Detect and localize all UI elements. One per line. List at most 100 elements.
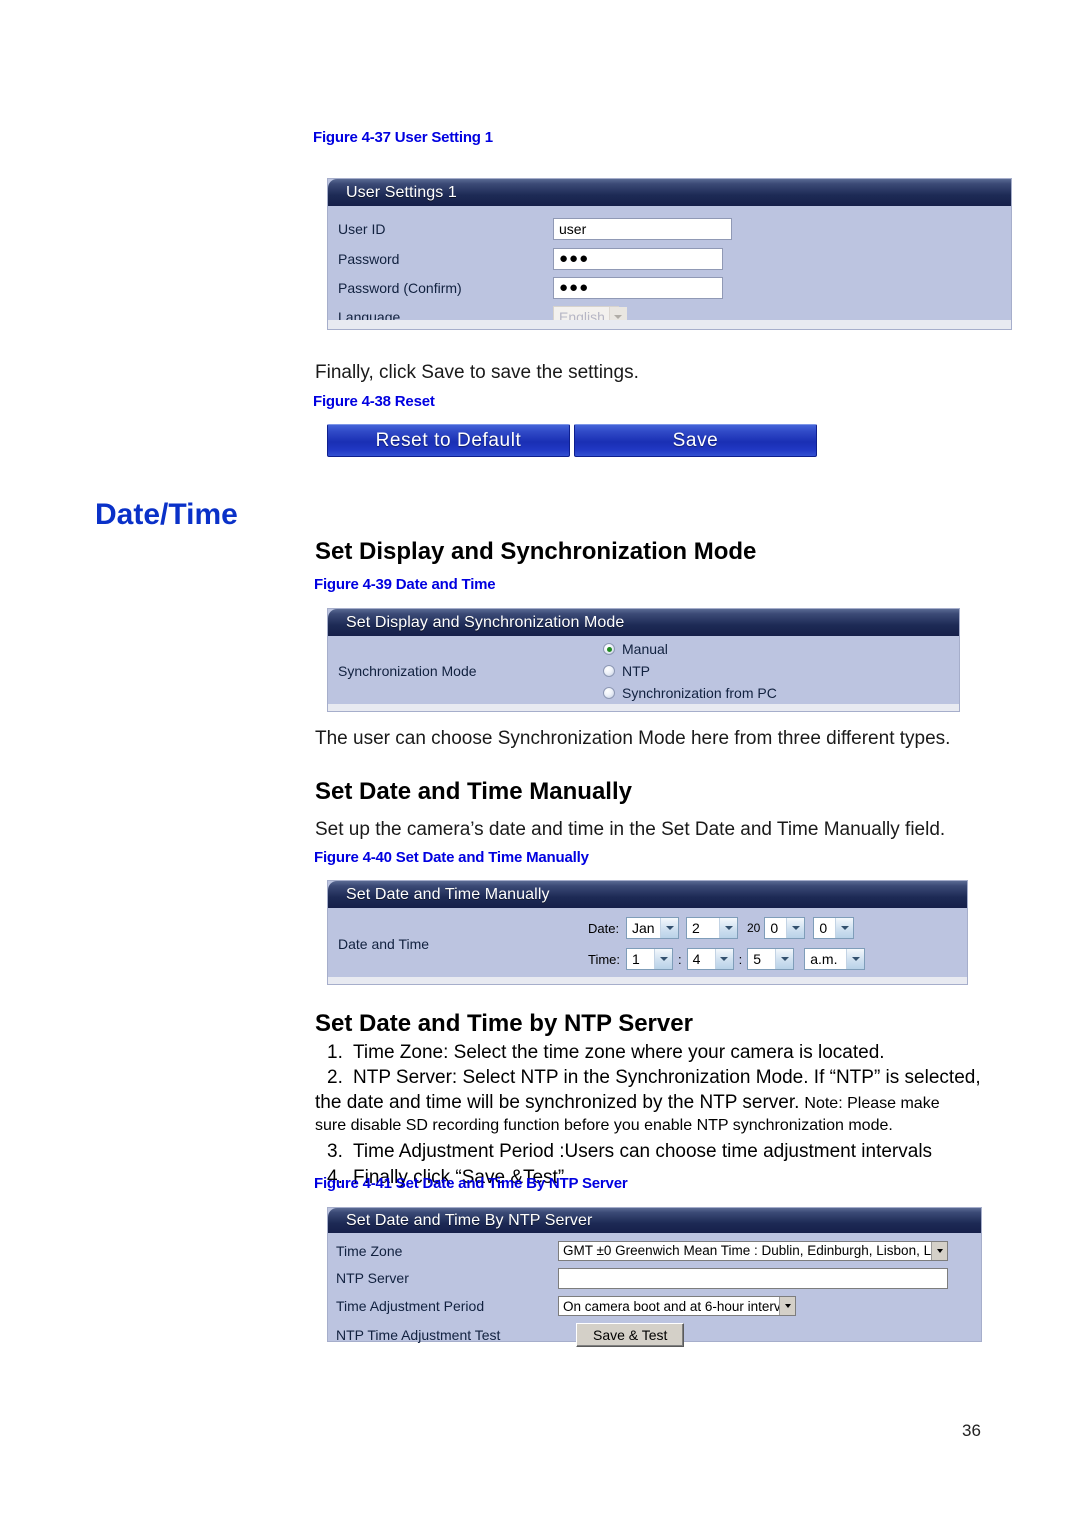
time-hour-select[interactable]: 1 [626, 948, 673, 970]
chevron-down-icon [835, 918, 854, 938]
time-adjustment-period-label: Time Adjustment Period [336, 1298, 485, 1314]
figure-4-41-caption: Figure 4-41 Set Date and Time By NTP Ser… [314, 1175, 628, 1192]
year-prefix-label: 20 [747, 921, 761, 935]
chevron-down-icon [775, 949, 794, 969]
ntp-item-3-text: Time Adjustment Period :Users can choose… [353, 1141, 933, 1162]
chevron-down-icon [846, 949, 865, 969]
date-year-digit1-value: 0 [770, 920, 779, 936]
time-zone-value: GMT ±0 Greenwich Mean Time : Dublin, Edi… [563, 1243, 931, 1258]
date-year-digit2-value: 0 [819, 920, 828, 936]
ntp-item-2-note-line2: sure disable SD recording function befor… [315, 1117, 893, 1134]
time-minute-select[interactable]: 4 [686, 948, 734, 970]
time-zone-select[interactable]: GMT ±0 Greenwich Mean Time : Dublin, Edi… [558, 1240, 948, 1261]
radio-ntp-label: NTP [622, 663, 650, 679]
date-year-digit1-select[interactable]: 0 [764, 917, 806, 939]
figure-4-39-caption: Figure 4-39 Date and Time [314, 576, 496, 593]
sync-mode-label: Synchronization Mode [338, 663, 477, 679]
ntp-instruction-item-2: 2. NTP Server: Select NTP in the Synchro… [327, 1065, 1017, 1090]
password-confirm-label: Password (Confirm) [338, 279, 462, 296]
ntp-item-2-continuation: the date and time will be synchronized b… [315, 1090, 1017, 1115]
radio-ntp-icon [603, 665, 615, 677]
user-id-input[interactable]: user [553, 218, 732, 240]
ntp-time-adjustment-test-row: NTP Time Adjustment Test Save & Test [328, 1320, 981, 1350]
time-zone-row: Time Zone GMT ±0 Greenwich Mean Time : D… [328, 1237, 981, 1264]
date-and-time-label: Date and Time [338, 935, 430, 952]
chevron-down-icon [654, 949, 672, 969]
chevron-down-icon [719, 918, 737, 938]
password-confirm-row: Password (Confirm) ●●● [328, 273, 1011, 302]
document-page: Figure 4-37 User Setting 1 User Settings… [0, 0, 1080, 1525]
date-year-digit2-select[interactable]: 0 [813, 917, 855, 939]
page-number: 36 [962, 1421, 981, 1440]
date-time-controls: Date: Jan 2 20 0 0 Time: 1: 4: 5 a.m. [588, 917, 866, 970]
ntp-instruction-item-3: 3. Time Adjustment Period :Users can cho… [327, 1139, 1017, 1165]
time-second-select[interactable]: 5 [747, 948, 795, 970]
ntp-server-panel: Set Date and Time By NTP Server Time Zon… [327, 1207, 982, 1347]
time-field-label: Time: [588, 951, 621, 967]
password-row: Password ●●● [328, 244, 1011, 273]
ntp-item-2-number: 2. [327, 1067, 343, 1088]
password-input[interactable]: ●●● [553, 247, 723, 270]
time-minute-value: 4 [692, 951, 701, 967]
heading-set-display-sync-mode: Set Display and Synchronization Mode [315, 538, 757, 565]
time-meridiem-select[interactable]: a.m. [804, 948, 866, 970]
sync-mode-description: The user can choose Synchronization Mode… [315, 728, 951, 749]
time-control-row: Time: 1 : 4 : 5 a.m. [588, 948, 866, 970]
date-time-manual-panel: Set Date and Time Manually Date and Time… [327, 880, 968, 985]
chevron-down-icon [779, 1297, 795, 1315]
ntp-item-1-number: 1. [327, 1042, 343, 1063]
sync-mode-panel: Set Display and Synchronization Mode Syn… [327, 608, 960, 712]
user-id-label: User ID [338, 221, 386, 237]
ntp-time-adjustment-test-label: NTP Time Adjustment Test [336, 1327, 501, 1343]
date-month-value: Jan [632, 920, 655, 936]
password-label: Password [338, 250, 400, 267]
radio-option-sync-from-pc[interactable]: Synchronization from PC [603, 682, 777, 704]
time-adjustment-period-value: On camera boot and at 6-hour intervals [563, 1298, 779, 1314]
radio-option-manual[interactable]: Manual [603, 638, 777, 660]
chevron-down-icon [714, 949, 733, 969]
page-title-date-time: Date/Time [95, 498, 238, 531]
user-settings-panel: User Settings 1 User ID user Password ●●… [327, 178, 1012, 330]
password-confirm-input[interactable]: ●●● [553, 276, 723, 299]
chevron-down-icon [660, 918, 678, 938]
sync-mode-options: Manual NTP Synchronization from PC [603, 638, 777, 704]
date-time-manual-panel-body: Date and Time Date: Jan 2 20 0 0 Time: 1… [328, 908, 967, 979]
date-time-manual-panel-footer [328, 977, 967, 984]
sync-mode-panel-footer [328, 704, 959, 711]
reset-save-button-bar: Reset to Default Save [327, 424, 817, 457]
date-month-select[interactable]: Jan [626, 917, 679, 939]
save-settings-text: Finally, click Save to save the settings… [315, 362, 639, 383]
time-separator-2: : [738, 951, 743, 967]
time-adjustment-period-select[interactable]: On camera boot and at 6-hour intervals [558, 1296, 796, 1316]
save-button[interactable]: Save [574, 424, 817, 457]
figure-4-37-caption: Figure 4-37 User Setting 1 [313, 129, 493, 146]
radio-option-ntp[interactable]: NTP [603, 660, 777, 682]
time-meridiem-value: a.m. [810, 951, 838, 967]
user-id-row: User ID user [328, 214, 1011, 244]
ntp-server-label: NTP Server [336, 1270, 409, 1286]
user-settings-panel-footer [328, 320, 1011, 329]
ntp-item-3-number: 3. [327, 1141, 343, 1162]
heading-set-date-time-manually: Set Date and Time Manually [315, 778, 632, 805]
radio-manual-icon [603, 643, 615, 655]
ntp-instruction-item-1: 1. Time Zone: Select the time zone where… [327, 1040, 1017, 1065]
chevron-down-icon [786, 918, 805, 938]
ntp-instruction-list: 1. Time Zone: Select the time zone where… [315, 1040, 1017, 1191]
ntp-item-1-text: Time Zone: Select the time zone where yo… [353, 1042, 885, 1063]
date-day-select[interactable]: 2 [686, 917, 738, 939]
radio-sync-from-pc-icon [603, 687, 615, 699]
chevron-down-icon [931, 1241, 947, 1260]
sync-mode-panel-body: Synchronization Mode Manual NTP Synchron… [328, 636, 959, 706]
time-hour-value: 1 [632, 951, 640, 967]
ntp-server-row: NTP Server [328, 1264, 981, 1292]
heading-set-date-time-ntp: Set Date and Time by NTP Server [315, 1010, 693, 1037]
time-separator-1: : [678, 951, 682, 967]
radio-manual-label: Manual [622, 641, 668, 657]
reset-to-default-button[interactable]: Reset to Default [327, 424, 570, 457]
date-field-label: Date: [588, 920, 620, 936]
user-settings-panel-title: User Settings 1 [328, 179, 1011, 206]
ntp-server-input[interactable] [558, 1267, 948, 1289]
set-date-time-manually-description: Set up the camera’s date and time in the… [315, 819, 946, 840]
radio-sync-from-pc-label: Synchronization from PC [622, 685, 777, 701]
save-and-test-button[interactable]: Save & Test [576, 1323, 685, 1347]
